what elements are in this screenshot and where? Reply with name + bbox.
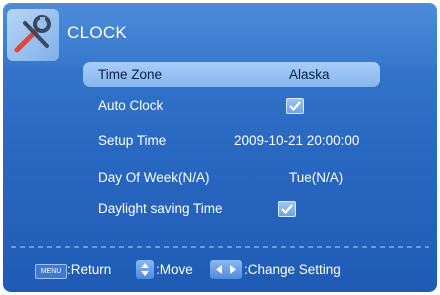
footer-hints: MENU :Return :Move :Change Setting	[3, 258, 437, 282]
time-zone-row[interactable]: Time Zone Alaska	[83, 62, 380, 87]
osd-panel: CLOCK Time Zone Alaska Auto Clock Setup …	[3, 3, 437, 292]
move-hint: :Move	[156, 262, 193, 277]
time-zone-value[interactable]: Alaska	[289, 67, 330, 82]
up-down-key-icon	[136, 260, 154, 279]
menu-key-icon[interactable]: MENU	[35, 264, 67, 279]
auto-clock-label: Auto Clock	[98, 98, 164, 113]
change-setting-hint: :Change Setting	[244, 262, 341, 277]
footer-divider	[11, 246, 429, 248]
setup-time-label: Setup Time	[98, 133, 167, 148]
daylight-saving-row[interactable]: Daylight saving Time	[83, 196, 380, 221]
setup-time-row[interactable]: Setup Time 2009-10-21 20:00:00	[83, 128, 380, 153]
auto-clock-row[interactable]: Auto Clock	[83, 93, 380, 118]
left-right-key-icon	[210, 260, 242, 279]
day-of-week-row: Day Of Week(N/A) Tue(N/A)	[83, 165, 380, 190]
page-title: CLOCK	[67, 23, 128, 42]
day-of-week-label: Day Of Week(N/A)	[98, 170, 210, 185]
daylight-saving-label: Daylight saving Time	[98, 201, 223, 216]
check-icon	[281, 204, 293, 215]
setup-time-value[interactable]: 2009-10-21 20:00:00	[234, 133, 359, 148]
auto-clock-checkbox[interactable]	[286, 98, 304, 114]
check-icon	[289, 101, 301, 112]
tools-icon	[7, 9, 59, 61]
time-zone-label: Time Zone	[98, 67, 163, 82]
daylight-saving-checkbox[interactable]	[278, 201, 296, 217]
day-of-week-value: Tue(N/A)	[289, 170, 344, 185]
return-hint: :Return	[67, 262, 112, 277]
